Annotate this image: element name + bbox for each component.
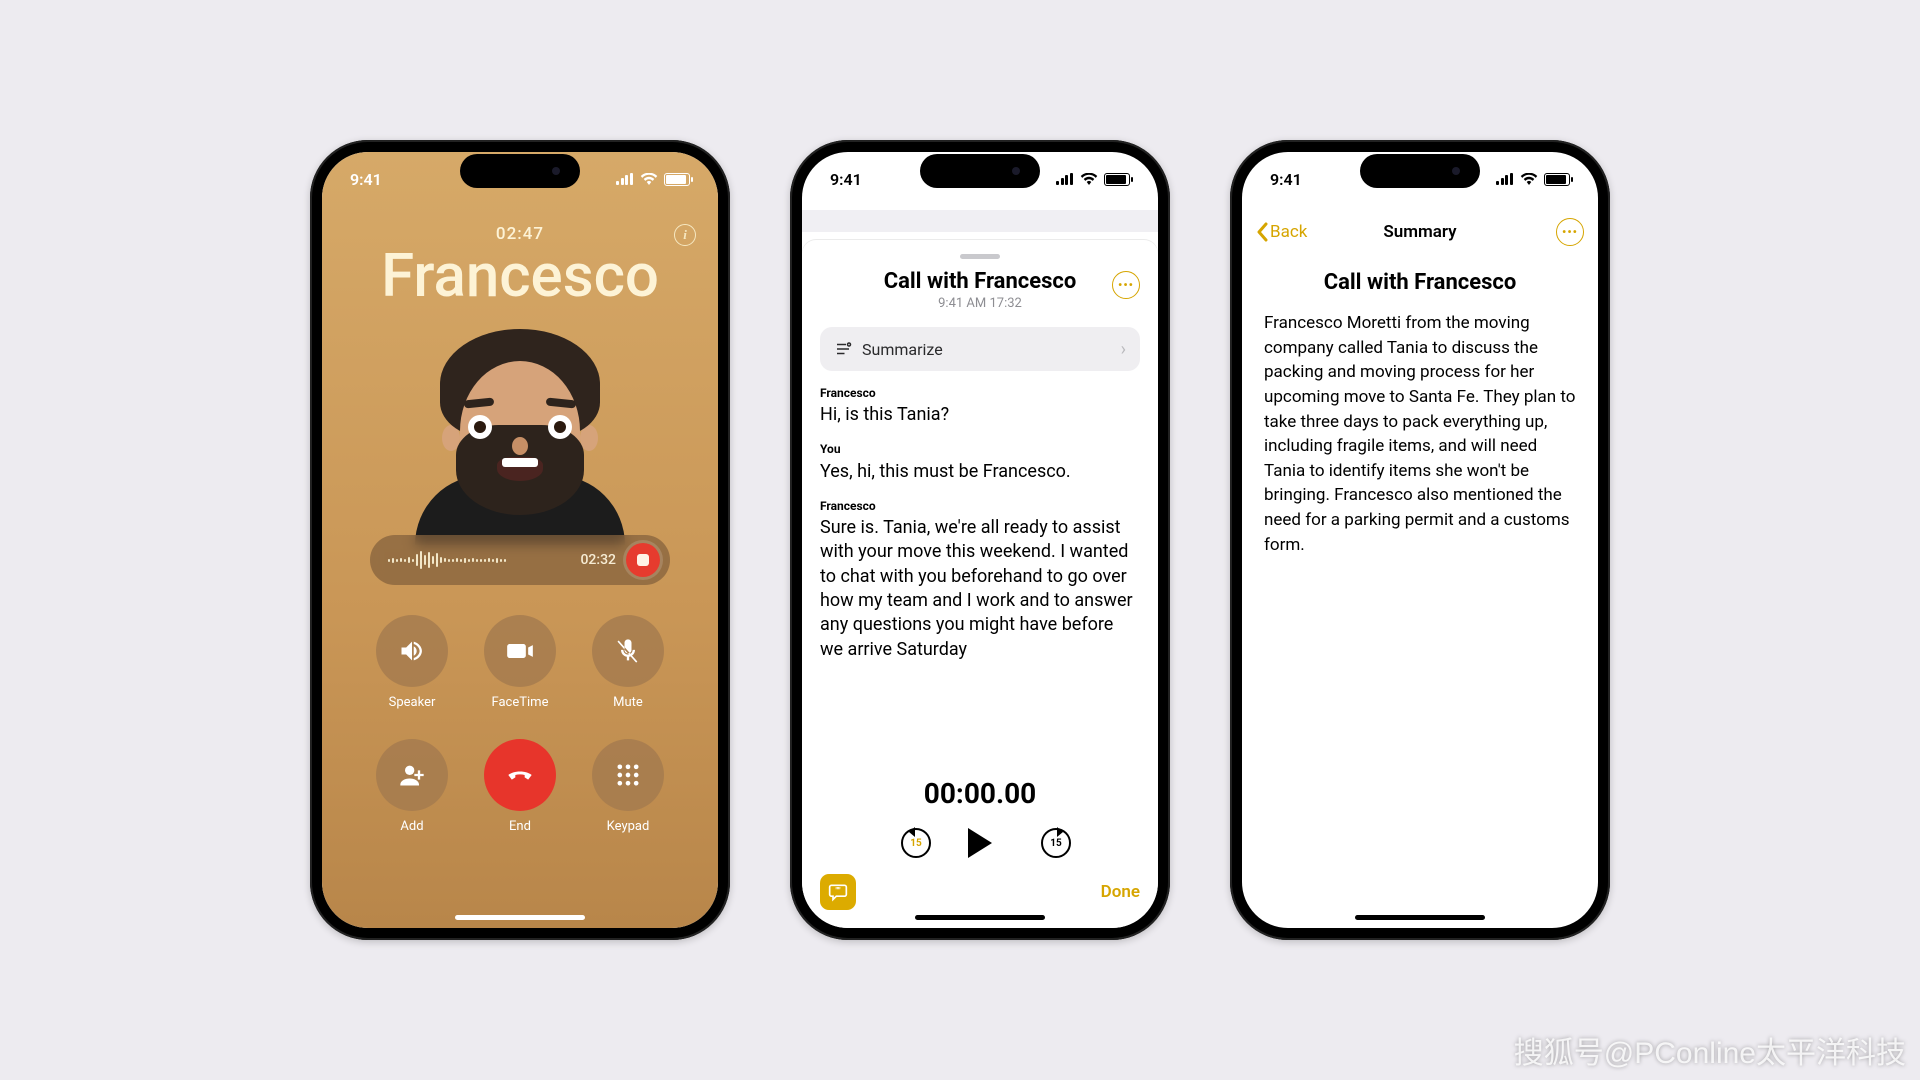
battery-icon <box>1544 173 1570 186</box>
nav-bar: Back Summary ••• <box>1242 210 1598 254</box>
dynamic-island <box>920 154 1040 188</box>
summarize-icon <box>834 340 852 358</box>
audio-player: 00:00.00 15 15 <box>802 771 1158 874</box>
transcript-toggle-button[interactable]: "" <box>820 874 856 910</box>
info-icon[interactable]: i <box>674 224 696 246</box>
more-button[interactable]: ••• <box>1112 271 1140 299</box>
speaker-button[interactable]: Speaker <box>367 615 457 725</box>
speaker-icon <box>398 637 426 665</box>
wifi-icon <box>1080 173 1098 185</box>
note-title: Call with Francesco <box>884 269 1077 294</box>
battery-icon <box>664 173 690 186</box>
play-icon <box>968 828 992 858</box>
transcript-message: Francesco Sure is. Tania, we're all read… <box>820 498 1140 662</box>
dynamic-island <box>460 154 580 188</box>
transcript-body[interactable]: Francesco Hi, is this Tania? You Yes, hi… <box>802 385 1158 771</box>
mute-button[interactable]: Mute <box>583 615 673 725</box>
recording-pill: 02:32 <box>370 535 670 585</box>
caller-name: Francesco <box>381 240 659 311</box>
sheet-grabber[interactable] <box>960 254 1000 259</box>
back-button[interactable]: Back <box>1256 222 1307 242</box>
status-time: 9:41 <box>350 170 382 189</box>
call-screen: i 02:47 Francesco 02:32 <box>322 152 718 928</box>
keypad-icon <box>614 761 642 789</box>
cellular-icon <box>616 173 634 185</box>
summary-title: Call with Francesco <box>1264 270 1576 295</box>
phone-transcript: 9:41 Call with Francesco 9:41 AM 17:32 •… <box>790 140 1170 940</box>
waveform-icon <box>388 548 570 572</box>
phone-call: 9:41 i 02:47 Francesco <box>310 140 730 940</box>
playback-time: 00:00.00 <box>924 777 1036 810</box>
wifi-icon <box>640 173 658 185</box>
battery-icon <box>1104 173 1130 186</box>
more-button[interactable]: ••• <box>1556 218 1584 246</box>
transcript-sheet: Call with Francesco 9:41 AM 17:32 ••• Su… <box>802 240 1158 928</box>
wifi-icon <box>1520 173 1538 185</box>
recording-time: 02:32 <box>580 552 616 568</box>
quote-bubble-icon: "" <box>828 882 848 902</box>
home-indicator[interactable] <box>455 915 585 920</box>
add-person-icon <box>398 761 426 789</box>
end-call-button[interactable]: End <box>475 739 565 849</box>
skip-back-icon: 15 <box>901 828 931 858</box>
nav-title: Summary <box>1383 222 1456 242</box>
facetime-button[interactable]: FaceTime <box>475 615 565 725</box>
add-call-button[interactable]: Add <box>367 739 457 849</box>
skip-forward-button[interactable]: 15 <box>1039 826 1073 860</box>
transcript-message: Francesco Hi, is this Tania? <box>820 385 1140 427</box>
chevron-right-icon: › <box>1121 339 1126 360</box>
watermark: 搜狐号@PConline太平洋科技 <box>1514 1028 1906 1072</box>
svg-text:"": "" <box>835 886 840 896</box>
summary-body: Call with Francesco Francesco Moretti fr… <box>1242 254 1598 573</box>
skip-back-button[interactable]: 15 <box>887 826 921 860</box>
keypad-button[interactable]: Keypad <box>583 739 673 849</box>
phone-down-icon <box>506 761 534 789</box>
cellular-icon <box>1496 173 1514 185</box>
home-indicator[interactable] <box>915 915 1045 920</box>
done-button[interactable]: Done <box>1101 882 1140 902</box>
stop-recording-button[interactable] <box>626 543 660 577</box>
home-indicator[interactable] <box>1355 915 1485 920</box>
summarize-button[interactable]: Summarize › <box>820 327 1140 371</box>
chevron-left-icon <box>1256 222 1268 242</box>
note-subtitle: 9:41 AM 17:32 <box>884 296 1077 311</box>
skip-forward-icon: 15 <box>1041 828 1071 858</box>
status-time: 9:41 <box>830 170 862 189</box>
transcript-message: You Yes, hi, this must be Francesco. <box>820 441 1140 483</box>
contact-memoji <box>410 315 630 545</box>
play-button[interactable] <box>963 826 997 860</box>
video-icon <box>506 637 534 665</box>
dynamic-island <box>1360 154 1480 188</box>
status-time: 9:41 <box>1270 170 1302 189</box>
summary-text: Francesco Moretti from the moving compan… <box>1264 311 1576 557</box>
mic-off-icon <box>614 637 642 665</box>
phone-summary: 9:41 Back Summary ••• Call with Francesc… <box>1230 140 1610 940</box>
cellular-icon <box>1056 173 1074 185</box>
